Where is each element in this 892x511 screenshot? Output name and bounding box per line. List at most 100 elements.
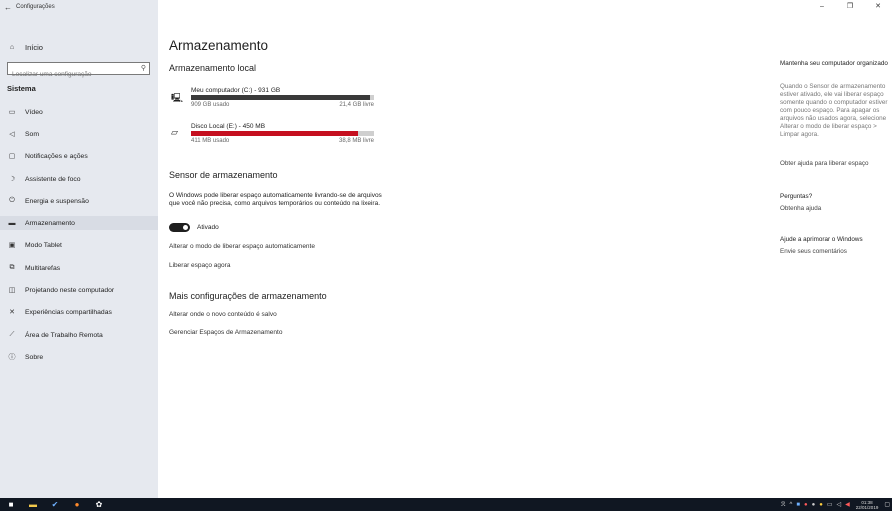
pen-tool-icon[interactable]: ✔ bbox=[44, 498, 66, 511]
toggle-switch[interactable] bbox=[169, 223, 190, 232]
sidebar-item-label: Área de Trabalho Remota bbox=[25, 331, 103, 339]
drive-c[interactable]: 🖳 Meu computador (C:) - 931 GB 909 GB us… bbox=[169, 87, 379, 119]
clock-date: 22/01/2019 bbox=[855, 504, 879, 510]
file-explorer-icon[interactable]: ▬ bbox=[22, 498, 44, 511]
storage-sense-toggle[interactable]: Ativado bbox=[169, 223, 219, 232]
sidebar-item-projecting[interactable]: ◫ Projetando neste computador bbox=[0, 283, 158, 297]
drive-name: Meu computador (C:) - 931 GB bbox=[191, 87, 281, 94]
tray-app-icon[interactable]: ● bbox=[819, 502, 823, 508]
start-button[interactable]: ■ bbox=[0, 498, 22, 511]
network-icon[interactable]: ▭ bbox=[827, 501, 833, 508]
monitor-icon: ▭ bbox=[8, 109, 16, 116]
sidebar-item-label: Multitarefas bbox=[25, 264, 61, 272]
disk-drive-icon: ▱ bbox=[171, 127, 178, 137]
sidebar-section-title: Sistema bbox=[7, 84, 36, 93]
pc-drive-icon: 🖳 bbox=[171, 93, 184, 103]
volume-icon[interactable]: ◁ bbox=[837, 501, 842, 508]
drive-free: 21,4 GB livre bbox=[339, 102, 374, 108]
window-title: Configurações bbox=[16, 4, 55, 10]
system-tray: ℛ ^ ■ ● ● ● ▭ ◁ ◀ 01:38 22/01/2019 ▢ bbox=[779, 498, 892, 511]
free-space-now-link[interactable]: Liberar espaço agora bbox=[169, 262, 230, 269]
firefox-icon[interactable]: ● bbox=[66, 498, 88, 511]
tip-title: Mantenha seu computador organizado bbox=[780, 60, 888, 67]
back-arrow-icon[interactable]: ← bbox=[0, 3, 16, 12]
tray-app-icon[interactable]: ● bbox=[804, 502, 808, 508]
multitask-icon: ⧉ bbox=[9, 264, 15, 271]
close-button[interactable]: ✕ bbox=[864, 0, 892, 14]
drive-usage-fill bbox=[191, 95, 370, 100]
drive-used: 411 MB usado bbox=[191, 138, 230, 144]
drive-usage-bar bbox=[191, 95, 374, 100]
search-box[interactable]: ⚲ bbox=[7, 62, 150, 80]
sidebar-item-label: Início bbox=[25, 42, 43, 52]
sidebar-item-label: Energia e suspensão bbox=[25, 197, 89, 205]
sidebar-item-notifications[interactable]: ▢ Notificações e ações bbox=[0, 149, 158, 163]
sidebar-item-multitasking[interactable]: ⧉ Multitarefas bbox=[0, 261, 158, 275]
settings-gear-icon[interactable]: ✿ bbox=[88, 498, 110, 511]
drive-name: Disco Local (E:) - 450 MB bbox=[191, 123, 266, 130]
sidebar-item-label: Assistente de foco bbox=[25, 175, 81, 183]
tray-app-icon[interactable]: ■ bbox=[796, 502, 800, 508]
minimize-button[interactable]: – bbox=[808, 0, 836, 14]
maximize-button[interactable]: ❐ bbox=[836, 0, 864, 14]
tray-app-icon[interactable]: ● bbox=[812, 502, 816, 508]
drive-e[interactable]: ▱ Disco Local (E:) - 450 MB 411 MB usado… bbox=[169, 123, 379, 155]
toggle-knob bbox=[183, 225, 188, 230]
improve-windows-title: Ajude a aprimorar o Windows bbox=[780, 236, 863, 243]
sidebar-item-shared-experiences[interactable]: ✕ Experiências compartilhadas bbox=[0, 305, 158, 319]
drive-free: 38,8 MB livre bbox=[338, 138, 374, 144]
get-help-link[interactable]: Obtenha ajuda bbox=[780, 205, 892, 213]
notifications-icon: ▢ bbox=[8, 153, 16, 160]
sidebar-item-tablet-mode[interactable]: ▣ Modo Tablet bbox=[0, 238, 158, 252]
sidebar-item-label: Armazenamento bbox=[25, 219, 75, 227]
people-icon[interactable]: ℛ bbox=[781, 501, 786, 508]
language-icon[interactable]: ◀ bbox=[845, 501, 850, 508]
moon-icon: ☽ bbox=[8, 176, 16, 183]
sidebar-item-sound[interactable]: ◁ Som bbox=[0, 127, 158, 141]
taskbar: ■ ▬ ✔ ● ✿ ℛ ^ ■ ● ● ● ▭ ◁ ◀ 01:38 22/01/… bbox=[0, 498, 892, 511]
change-save-location-link[interactable]: Alterar onde o novo conteúdo é salvo bbox=[169, 311, 277, 318]
sidebar-item-label: Modo Tablet bbox=[25, 241, 62, 249]
page-title: Armazenamento bbox=[169, 38, 269, 53]
tip-paragraph: Quando o Sensor de armazenamento estiver… bbox=[780, 83, 888, 138]
change-free-space-mode-link[interactable]: Alterar o modo de liberar espaço automat… bbox=[169, 243, 315, 250]
title-bar: ← Configurações bbox=[0, 0, 158, 14]
send-feedback-link[interactable]: Envie seus comentários bbox=[780, 248, 892, 256]
remote-icon: ⟋ bbox=[9, 331, 15, 338]
power-icon: ⏻ bbox=[9, 197, 15, 204]
sidebar-item-label: Sobre bbox=[25, 353, 44, 361]
drive-usage-fill bbox=[191, 131, 359, 136]
sidebar-item-label: Experiências compartilhadas bbox=[25, 308, 112, 316]
manage-storage-spaces-link[interactable]: Gerenciar Espaços de Armazenamento bbox=[169, 329, 282, 336]
toggle-label: Ativado bbox=[197, 224, 219, 231]
storage-sense-heading: Sensor de armazenamento bbox=[169, 170, 278, 180]
info-icon: ⓘ bbox=[8, 354, 16, 361]
sidebar-item-video[interactable]: ▭ Vídeo bbox=[0, 105, 158, 119]
storage-sense-description: O Windows pode liberar espaço automatica… bbox=[169, 192, 382, 207]
local-storage-heading: Armazenamento local bbox=[169, 63, 257, 73]
sidebar-item-label: Projetando neste computador bbox=[25, 286, 115, 294]
chevron-up-icon[interactable]: ^ bbox=[790, 502, 793, 508]
window-controls: – ❐ ✕ bbox=[808, 0, 892, 14]
drive-usage-bar bbox=[191, 131, 374, 136]
clock[interactable]: 01:38 22/01/2019 bbox=[856, 500, 879, 510]
tablet-icon: ▣ bbox=[8, 242, 16, 249]
sidebar-item-power[interactable]: ⏻ Energia e suspensão bbox=[0, 194, 158, 208]
storage-icon: ▬ bbox=[8, 219, 16, 227]
settings-sidebar: ← Configurações ⌂ Início ⚲ Sistema ▭ Víd… bbox=[0, 0, 158, 498]
sidebar-item-storage[interactable]: ▬ Armazenamento bbox=[0, 216, 158, 230]
sidebar-item-label: Som bbox=[25, 130, 39, 138]
more-storage-settings-heading: Mais configurações de armazenamento bbox=[169, 291, 327, 301]
home-icon: ⌂ bbox=[9, 43, 15, 51]
sidebar-item-home[interactable]: ⌂ Início bbox=[0, 40, 158, 54]
search-icon[interactable]: ⚲ bbox=[141, 64, 146, 72]
projector-icon: ◫ bbox=[8, 287, 16, 294]
sidebar-item-focus-assist[interactable]: ☽ Assistente de foco bbox=[0, 172, 158, 186]
sidebar-item-label: Vídeo bbox=[25, 108, 43, 116]
help-free-space-link[interactable]: Obter ajuda para liberar espaço bbox=[780, 160, 892, 168]
shared-icon: ✕ bbox=[9, 309, 15, 316]
sidebar-item-remote-desktop[interactable]: ⟋ Área de Trabalho Remota bbox=[0, 328, 158, 342]
search-input[interactable] bbox=[8, 69, 134, 80]
sidebar-item-about[interactable]: ⓘ Sobre bbox=[0, 350, 158, 364]
notification-center-icon[interactable]: ▢ bbox=[884, 501, 890, 508]
